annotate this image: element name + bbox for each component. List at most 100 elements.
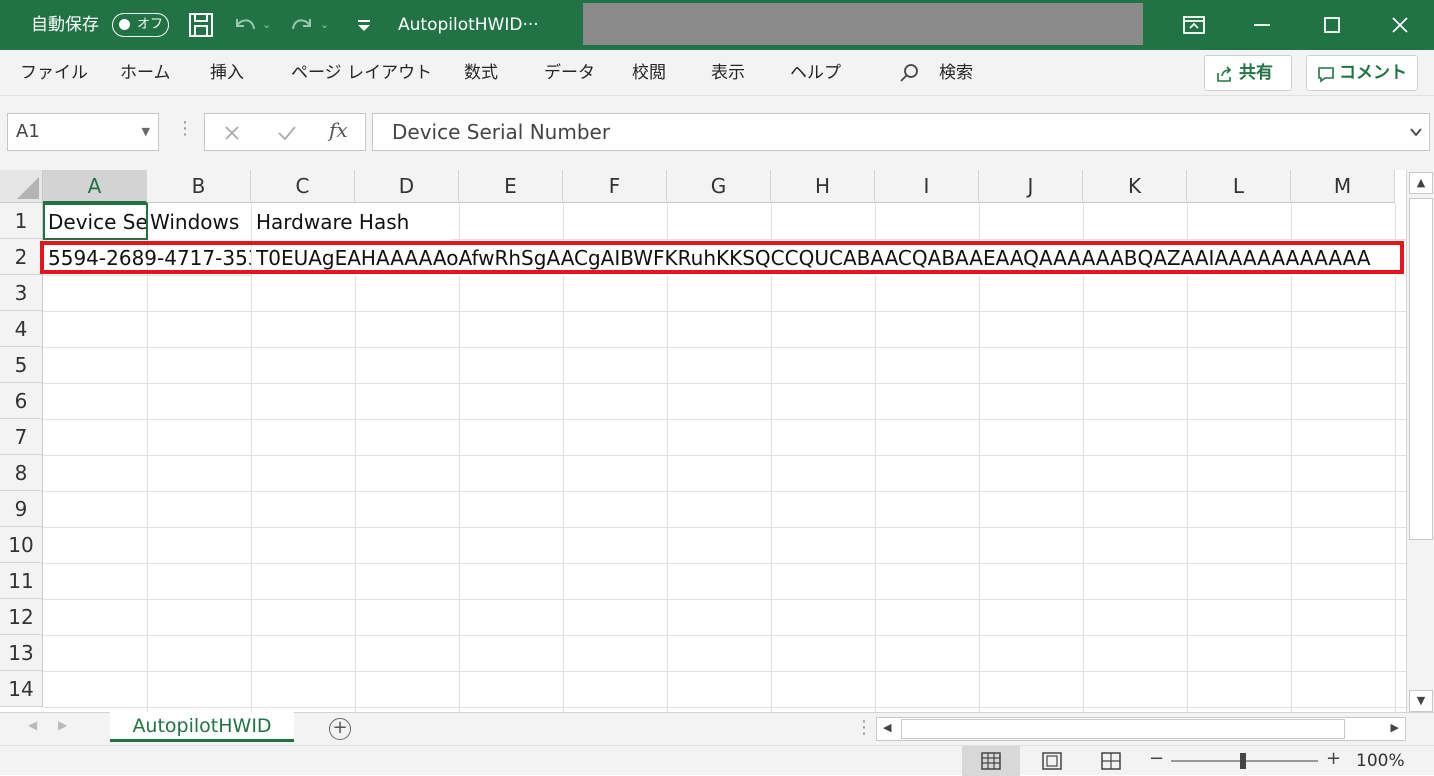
row-header-12[interactable]: 12 <box>0 599 43 635</box>
tab-data[interactable]: データ <box>544 50 595 96</box>
gridline <box>43 455 1406 456</box>
page-break-preview-icon[interactable] <box>1101 752 1121 770</box>
tab-help[interactable]: ヘルプ <box>790 50 841 96</box>
close-icon[interactable] <box>1386 11 1414 39</box>
annotation-highlight-box <box>40 241 1404 274</box>
tab-insert[interactable]: 挿入 <box>210 50 244 96</box>
sheet-tab-bar: ◀ ▶ AutopilotHWID + ⋮ ◀ ▶ <box>0 712 1434 745</box>
cancel-icon[interactable] <box>223 124 241 142</box>
autosave-label: 自動保存 <box>31 15 99 35</box>
column-header-e[interactable]: E <box>459 170 563 203</box>
column-header-b[interactable]: B <box>147 170 251 203</box>
column-header-k[interactable]: K <box>1083 170 1187 203</box>
zoom-level[interactable]: 100% <box>1356 746 1405 776</box>
row-header-13[interactable]: 13 <box>0 635 43 671</box>
gridline <box>43 671 1406 672</box>
column-header-j[interactable]: J <box>979 170 1083 203</box>
scroll-left-icon[interactable]: ◀ <box>883 721 891 734</box>
redo-dropdown-icon[interactable]: ⌄ <box>320 0 329 50</box>
tab-page-layout[interactable]: ページ レイアウト <box>291 50 432 96</box>
gridline <box>43 347 1406 348</box>
vertical-scrollbar[interactable]: ▲ ▼ <box>1406 170 1434 712</box>
tab-view[interactable]: 表示 <box>711 50 745 96</box>
select-all-corner[interactable] <box>0 170 43 203</box>
scroll-right-icon[interactable]: ▶ <box>1391 721 1399 734</box>
autosave-toggle[interactable]: オフ <box>112 13 169 37</box>
column-header-l[interactable]: L <box>1187 170 1291 203</box>
maximize-icon[interactable] <box>1318 11 1346 39</box>
formula-bar-grip-icon[interactable]: ⋮ <box>176 118 194 139</box>
tab-review[interactable]: 校閲 <box>632 50 666 96</box>
tab-home[interactable]: ホーム <box>120 50 171 96</box>
column-header-h[interactable]: H <box>771 170 875 203</box>
formula-area: A1 ▼ ⋮ fx Device Serial Number <box>0 96 1434 170</box>
scroll-down-icon[interactable]: ▼ <box>1409 690 1433 712</box>
add-sheet-icon[interactable]: + <box>329 718 351 740</box>
tell-me-search[interactable]: 検索 <box>939 50 973 96</box>
chevron-down-icon[interactable]: ▼ <box>142 114 150 150</box>
cell-c1[interactable]: Hardware Hash <box>252 204 452 240</box>
insert-function-icon[interactable]: fx <box>329 118 348 142</box>
horizontal-scroll-thumb[interactable] <box>901 719 1345 739</box>
gridline <box>43 599 1406 600</box>
undo-dropdown-icon[interactable]: ⌄ <box>262 0 271 50</box>
row-header-11[interactable]: 11 <box>0 563 43 599</box>
row-header-9[interactable]: 9 <box>0 491 43 527</box>
column-header-c[interactable]: C <box>251 170 355 203</box>
share-button[interactable]: 共有 <box>1204 55 1292 91</box>
row-header-14[interactable]: 14 <box>0 671 43 707</box>
horizontal-scrollbar[interactable]: ◀ ▶ <box>876 717 1406 741</box>
tab-split-grip-icon[interactable]: ⋮ <box>855 717 873 738</box>
tab-formulas[interactable]: 数式 <box>464 50 498 96</box>
document-title[interactable]: AutopilotHWID··· <box>398 0 539 50</box>
scroll-up-icon[interactable]: ▲ <box>1409 172 1433 194</box>
row-header-7[interactable]: 7 <box>0 419 43 455</box>
normal-view-button[interactable] <box>962 746 1020 776</box>
row-header-5[interactable]: 5 <box>0 347 43 383</box>
column-header-m[interactable]: M <box>1291 170 1395 203</box>
enter-check-icon[interactable] <box>277 124 297 142</box>
prev-sheet-icon[interactable]: ◀ <box>28 718 37 732</box>
row-header-2[interactable]: 2 <box>0 239 43 275</box>
column-header-d[interactable]: D <box>355 170 459 203</box>
expand-formula-bar-icon[interactable] <box>1409 126 1423 138</box>
next-sheet-icon[interactable]: ▶ <box>58 718 67 732</box>
comment-label: コメント <box>1339 63 1407 83</box>
status-bar: − + 100% <box>0 745 1434 776</box>
worksheet-grid[interactable]: A B C D E F G H I J K L M 1 2 3 4 5 6 7 … <box>0 170 1406 712</box>
search-icon[interactable] <box>898 62 920 84</box>
row-header-4[interactable]: 4 <box>0 311 43 347</box>
zoom-slider-thumb[interactable] <box>1240 753 1246 769</box>
save-icon[interactable] <box>187 11 215 39</box>
column-header-f[interactable]: F <box>563 170 667 203</box>
comment-button[interactable]: コメント <box>1306 55 1418 91</box>
zoom-out-button[interactable]: − <box>1149 748 1164 769</box>
redo-icon[interactable] <box>288 11 316 39</box>
comment-icon <box>1318 67 1334 83</box>
row-header-6[interactable]: 6 <box>0 383 43 419</box>
row-header-3[interactable]: 3 <box>0 275 43 311</box>
undo-icon[interactable] <box>231 11 259 39</box>
column-header-a[interactable]: A <box>43 170 147 203</box>
gridline <box>43 311 1406 312</box>
select-all-triangle-icon <box>17 177 39 199</box>
page-layout-view-icon[interactable] <box>1042 752 1062 770</box>
row-header-8[interactable]: 8 <box>0 455 43 491</box>
column-header-g[interactable]: G <box>667 170 771 203</box>
zoom-in-button[interactable]: + <box>1326 748 1341 769</box>
row-header-1[interactable]: 1 <box>0 203 43 239</box>
customize-toolbar-icon[interactable] <box>350 11 378 39</box>
minimize-icon[interactable] <box>1248 11 1276 39</box>
name-box[interactable]: A1 ▼ <box>7 113 159 151</box>
column-header-i[interactable]: I <box>875 170 979 203</box>
gridline <box>43 419 1406 420</box>
sheet-tab-autopilothwid[interactable]: AutopilotHWID <box>110 712 294 742</box>
cell-b1[interactable]: Windows <box>148 204 251 240</box>
gridline <box>43 563 1406 564</box>
vertical-scroll-thumb[interactable] <box>1409 198 1433 540</box>
formula-bar-input[interactable]: Device Serial Number <box>372 113 1430 151</box>
ribbon-display-options-icon[interactable] <box>1180 11 1208 39</box>
row-header-10[interactable]: 10 <box>0 527 43 563</box>
active-cell-border <box>43 203 148 240</box>
tab-file[interactable]: ファイル <box>20 50 88 96</box>
